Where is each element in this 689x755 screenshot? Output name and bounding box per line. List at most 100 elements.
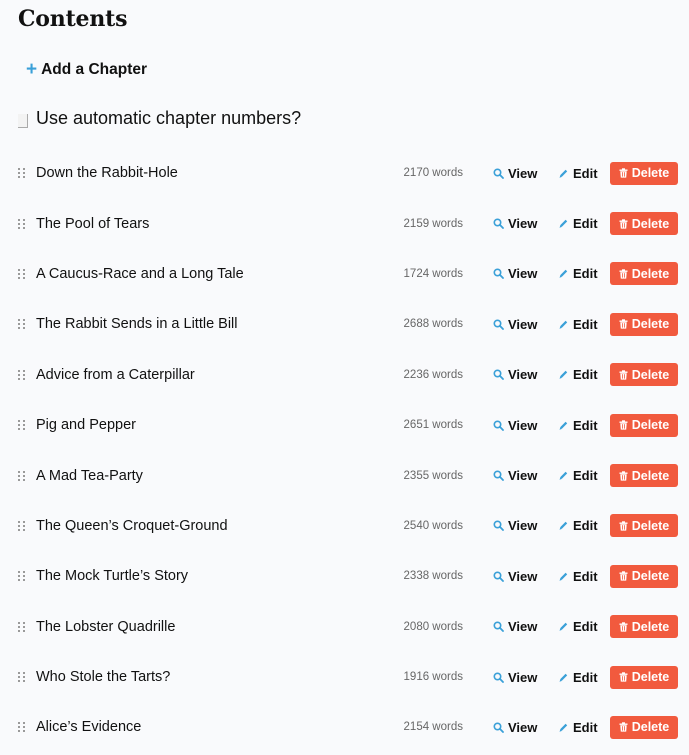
edit-label: Edit xyxy=(573,316,598,332)
drag-handle-icon[interactable] xyxy=(18,470,25,481)
delete-label: Delete xyxy=(631,266,670,281)
view-button[interactable]: View xyxy=(493,216,537,231)
pencil-icon xyxy=(558,470,569,481)
edit-label: Edit xyxy=(573,165,598,181)
view-button[interactable]: View xyxy=(493,619,537,634)
delete-label: Delete xyxy=(631,518,670,533)
trash-icon xyxy=(619,470,628,481)
drag-handle-icon[interactable] xyxy=(18,722,25,733)
delete-label: Delete xyxy=(631,418,670,433)
drag-handle-icon[interactable] xyxy=(18,319,25,330)
edit-label: Edit xyxy=(573,669,598,685)
delete-button[interactable]: Delete xyxy=(610,665,678,689)
delete-button[interactable]: Delete xyxy=(610,161,678,185)
pencil-icon xyxy=(558,168,569,179)
view-button[interactable]: View xyxy=(493,166,537,181)
pencil-icon xyxy=(558,369,569,380)
view-button[interactable]: View xyxy=(493,720,537,735)
word-count: 2170 words xyxy=(403,167,463,180)
view-button[interactable]: View xyxy=(493,468,537,483)
delete-label: Delete xyxy=(631,216,670,231)
pencil-icon xyxy=(558,218,569,229)
auto-numbers-option: Use automatic chapter numbers? xyxy=(18,108,301,129)
chapter-row-10: The Lobster Quadrille 2080 words View Ed… xyxy=(0,602,689,652)
add-chapter-button[interactable]: + Add a Chapter xyxy=(26,58,147,80)
pencil-icon xyxy=(558,571,569,582)
drag-handle-icon[interactable] xyxy=(18,168,25,179)
delete-button[interactable]: Delete xyxy=(610,514,678,538)
word-count: 2540 words xyxy=(403,519,463,532)
pencil-icon xyxy=(558,722,569,733)
edit-button[interactable]: Edit xyxy=(558,166,598,181)
edit-button[interactable]: Edit xyxy=(558,216,598,231)
trash-icon xyxy=(619,521,628,531)
trash-icon xyxy=(619,168,628,178)
word-count: 2355 words xyxy=(403,469,463,482)
chapter-title: Down the Rabbit-Hole xyxy=(36,165,178,182)
view-button[interactable]: View xyxy=(493,317,537,332)
edit-button[interactable]: Edit xyxy=(558,518,598,533)
view-button[interactable]: View xyxy=(493,569,537,584)
drag-handle-icon[interactable] xyxy=(18,420,25,431)
chapter-row-12: Alice’s Evidence 2154 words View Edit De… xyxy=(0,702,689,752)
delete-button[interactable]: Delete xyxy=(610,615,678,639)
view-button[interactable]: View xyxy=(493,670,537,685)
chapter-row-3: A Caucus-Race and a Long Tale 1724 words… xyxy=(0,249,689,299)
pencil-icon xyxy=(558,420,569,431)
edit-button[interactable]: Edit xyxy=(558,619,598,634)
drag-handle-icon[interactable] xyxy=(18,520,25,531)
edit-label: Edit xyxy=(573,619,598,635)
edit-button[interactable]: Edit xyxy=(558,367,598,382)
search-icon xyxy=(493,420,504,431)
view-label: View xyxy=(508,216,538,232)
edit-button[interactable]: Edit xyxy=(558,720,598,735)
chapter-title: A Mad Tea-Party xyxy=(36,467,143,484)
view-button[interactable]: View xyxy=(493,367,537,382)
word-count: 2159 words xyxy=(403,217,463,230)
drag-handle-icon[interactable] xyxy=(18,268,25,279)
delete-label: Delete xyxy=(631,619,670,634)
delete-button[interactable]: Delete xyxy=(610,715,678,739)
search-icon xyxy=(493,470,504,481)
trash-icon xyxy=(619,622,628,632)
edit-button[interactable]: Edit xyxy=(558,670,598,685)
edit-button[interactable]: Edit xyxy=(558,266,598,281)
delete-button[interactable]: Delete xyxy=(610,363,678,387)
chapter-row-9: The Mock Turtle’s Story 2338 words View … xyxy=(0,551,689,601)
drag-handle-icon[interactable] xyxy=(18,621,25,632)
view-label: View xyxy=(508,518,538,534)
drag-handle-icon[interactable] xyxy=(18,571,25,582)
chapter-row-4: The Rabbit Sends in a Little Bill 2688 w… xyxy=(0,299,689,349)
delete-button[interactable]: Delete xyxy=(610,464,678,488)
trash-icon xyxy=(619,218,628,229)
drag-handle-icon[interactable] xyxy=(18,369,25,380)
drag-handle-icon[interactable] xyxy=(18,672,25,683)
chapter-title: A Caucus-Race and a Long Tale xyxy=(36,265,244,282)
view-button[interactable]: View xyxy=(493,418,537,433)
view-label: View xyxy=(508,316,538,332)
search-icon xyxy=(493,319,504,330)
word-count: 2651 words xyxy=(403,419,463,432)
search-icon xyxy=(493,621,504,633)
delete-button[interactable]: Delete xyxy=(610,312,678,336)
delete-button[interactable]: Delete xyxy=(610,413,678,437)
delete-button[interactable]: Delete xyxy=(610,262,678,286)
search-icon xyxy=(493,672,504,683)
page-title: Contents xyxy=(18,6,128,32)
chapter-title: The Pool of Tears xyxy=(36,215,150,232)
drag-handle-icon[interactable] xyxy=(18,218,25,229)
delete-button[interactable]: Delete xyxy=(610,212,678,236)
view-button[interactable]: View xyxy=(493,518,537,533)
edit-label: Edit xyxy=(573,468,598,484)
plus-icon: + xyxy=(26,58,38,80)
edit-button[interactable]: Edit xyxy=(558,569,598,584)
view-button[interactable]: View xyxy=(493,266,537,281)
trash-icon xyxy=(619,722,628,733)
edit-button[interactable]: Edit xyxy=(558,317,598,332)
edit-button[interactable]: Edit xyxy=(558,468,598,483)
auto-numbers-checkbox[interactable] xyxy=(18,113,28,128)
trash-icon xyxy=(619,269,628,279)
view-label: View xyxy=(508,619,538,635)
delete-button[interactable]: Delete xyxy=(610,564,678,588)
edit-button[interactable]: Edit xyxy=(558,418,598,433)
